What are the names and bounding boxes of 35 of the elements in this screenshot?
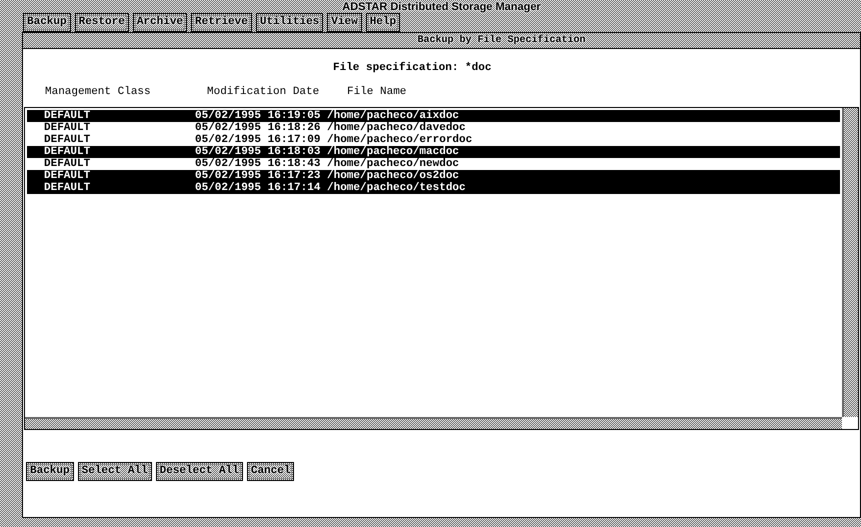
table-cell: /home/pacheco/testdoc	[327, 182, 466, 194]
table-cell-text: 05/02/1995 16:18:43	[195, 158, 322, 170]
table-cell-text: DEFAULT	[43, 134, 92, 146]
menu-item[interactable]: Help	[366, 13, 400, 32]
table-cell-text: DEFAULT	[43, 110, 92, 122]
table-cell: /home/pacheco/aixdoc	[327, 110, 460, 122]
table-cell: /home/pacheco/davedoc	[327, 122, 466, 134]
list-row[interactable]: DEFAULT 05/02/1995 16:17:23 /home/pacheco/os2doc	[27, 170, 840, 182]
column-header: Management Class	[45, 86, 152, 100]
table-cell-text: DEFAULT	[43, 170, 92, 182]
table-cell: /home/pacheco/macdoc	[327, 146, 460, 158]
menu-item[interactable]: View	[327, 13, 362, 32]
table-cell: /home/pacheco/errordoc	[327, 134, 472, 146]
panel-title: Backup by File Specification	[416, 35, 586, 46]
horizontal-scrollbar[interactable]	[25, 417, 842, 429]
list-row[interactable]: DEFAULT 05/02/1995 16:17:14 /home/pacheco/testdoc	[27, 182, 840, 194]
table-cell-text: 05/02/1995 16:17:14	[195, 182, 322, 194]
table-cell-text: 05/02/1995 16:17:23	[195, 170, 322, 182]
column-header: File Name	[346, 86, 406, 100]
table-cell-text: 05/02/1995 16:18:03	[195, 146, 322, 158]
file-specification: File specification: *doc	[333, 62, 492, 74]
table-cell-text: DEFAULT	[43, 122, 92, 134]
table-cell: /home/pacheco/newdoc	[327, 158, 460, 170]
table-cell-text: 05/02/1995 16:17:09	[195, 134, 322, 146]
table-cell-text: 05/02/1995 16:19:05	[195, 110, 322, 122]
list-row[interactable]: DEFAULT 05/02/1995 16:19:05 /home/pacheco/aixdoc	[27, 110, 840, 122]
table-cell-text: DEFAULT	[43, 146, 92, 158]
table-cell: /home/pacheco/os2doc	[327, 170, 460, 182]
table-cell-text: DEFAULT	[43, 158, 92, 170]
table-cell-text: DEFAULT	[43, 182, 92, 194]
menu-item[interactable]: Retrieve	[191, 13, 252, 32]
vertical-scrollbar[interactable]	[842, 108, 858, 417]
table-cell-text: 05/02/1995 16:18:26	[195, 122, 322, 134]
list-row[interactable]: DEFAULT 05/02/1995 16:18:03 /home/pacheco/macdoc	[27, 146, 840, 158]
column-header: Modification Date	[207, 86, 320, 100]
